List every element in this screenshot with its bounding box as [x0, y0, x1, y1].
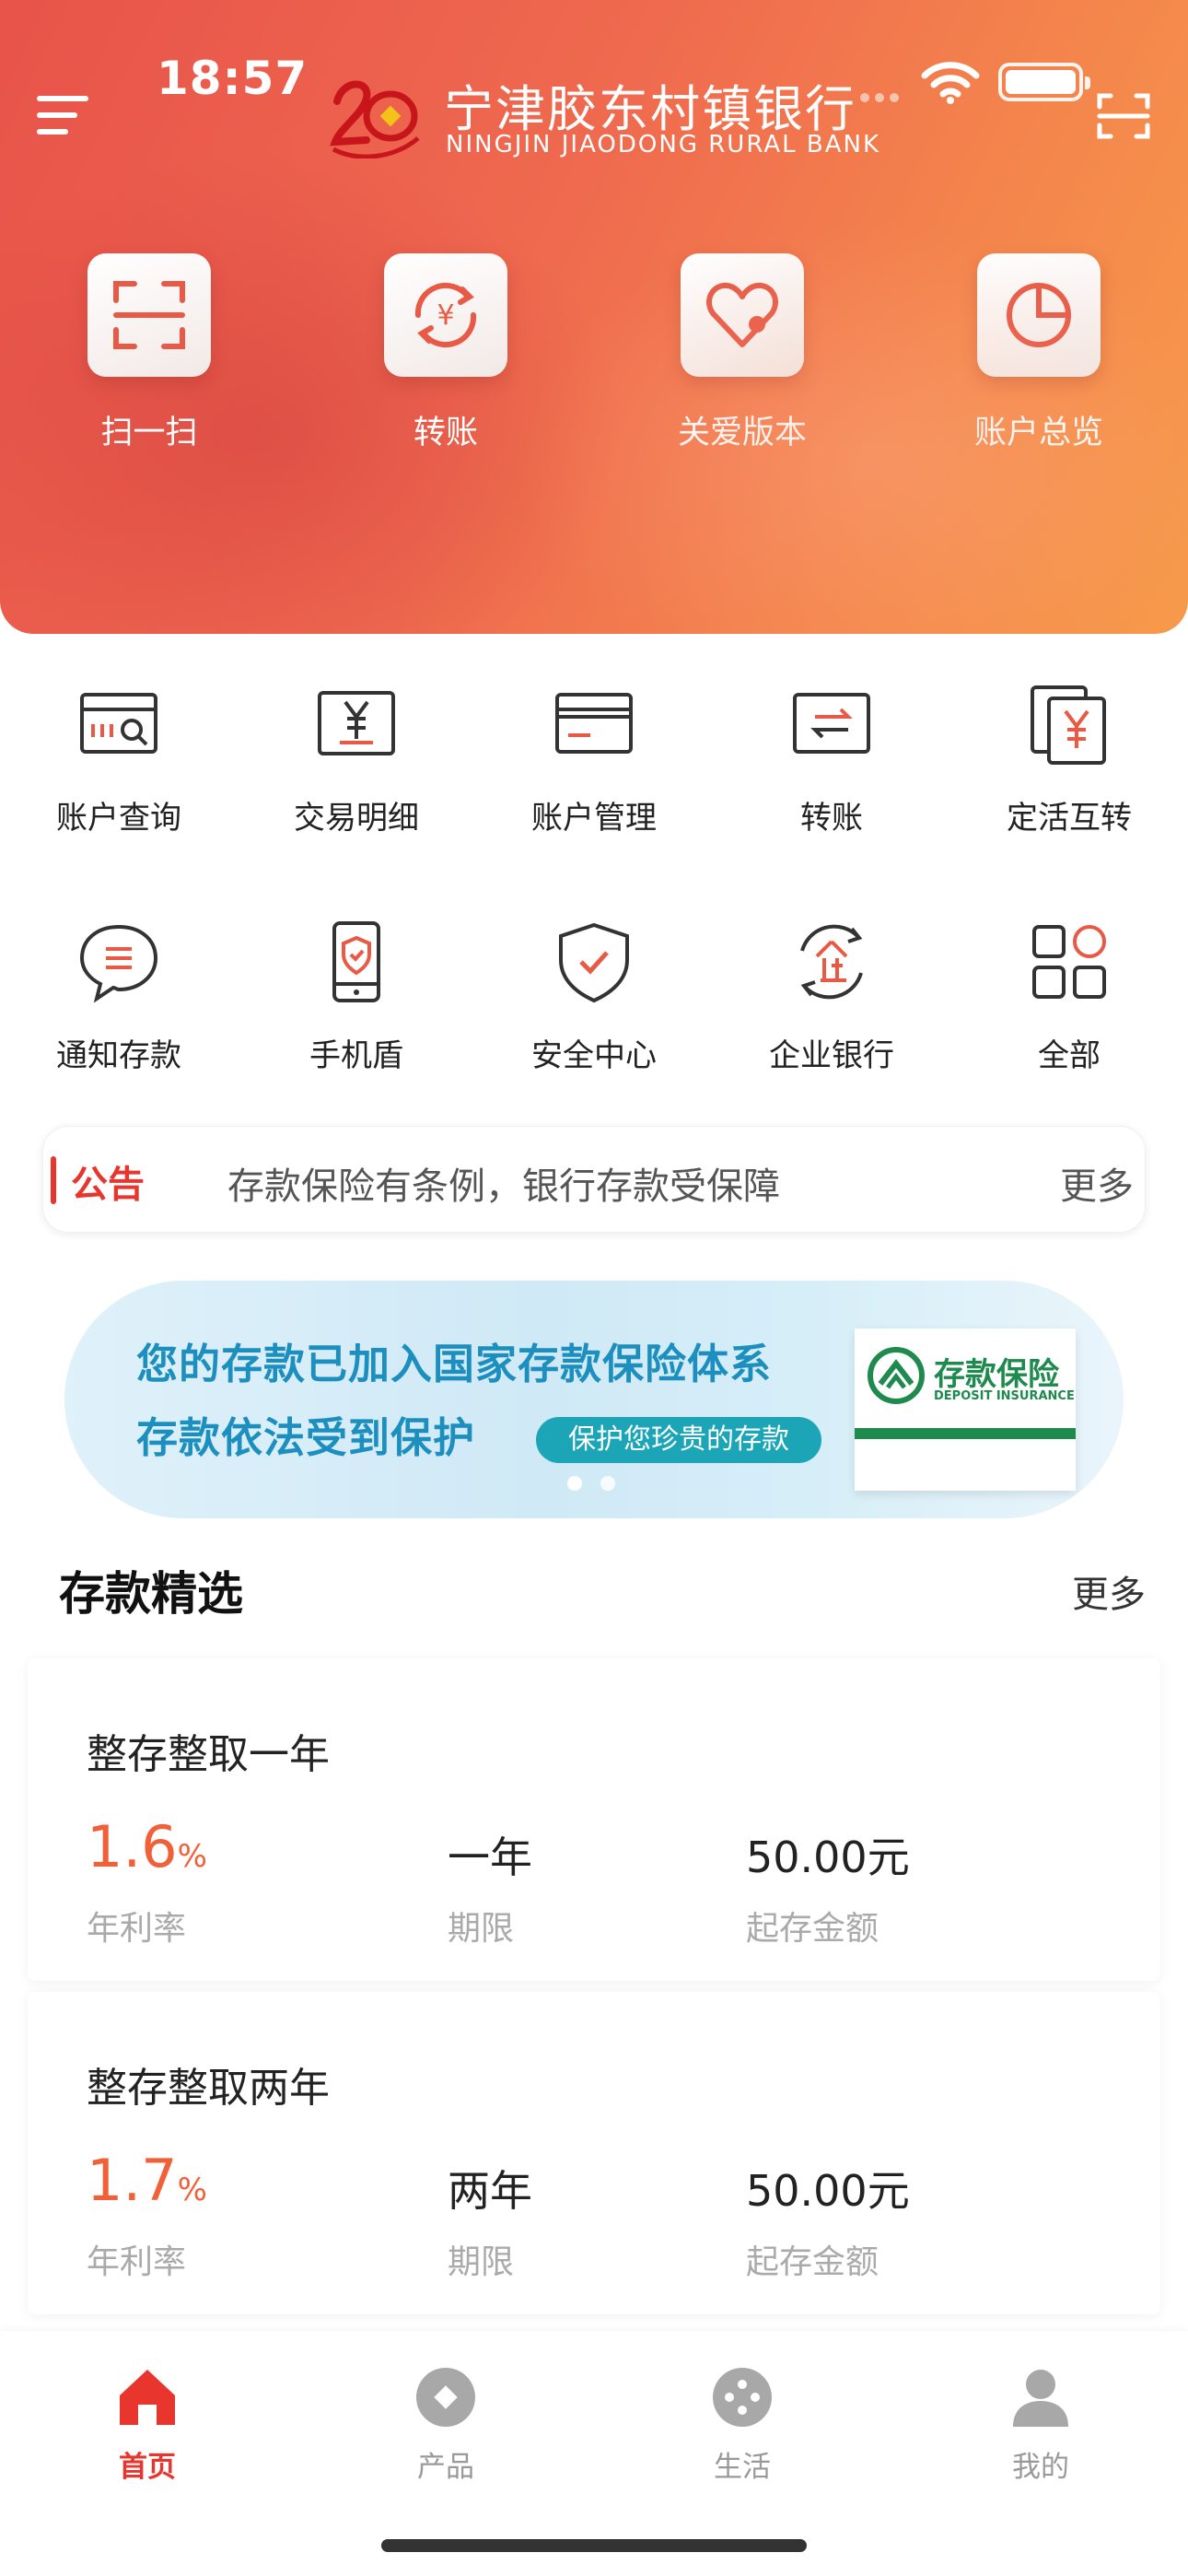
status-dots — [860, 88, 904, 106]
service-label: 转账 — [800, 800, 863, 837]
header-hero: 18:57 宁津胶东村镇银行 NINGJIN JIAODONG RURAL BA… — [0, 0, 1188, 634]
service-all[interactable]: 全部 — [950, 918, 1188, 1075]
service-notice-deposit[interactable]: 通知存款 — [0, 918, 238, 1075]
notice-deposit-icon — [79, 924, 158, 1003]
product-period: 一年 — [448, 1832, 532, 1882]
scan-top-icon[interactable] — [1096, 90, 1151, 142]
product-card[interactable]: 整存整取两年 1.7% 两年 50.00元 年利率 期限 起存金额 — [28, 1992, 1160, 2314]
tab-label: 我的 — [1012, 2451, 1069, 2484]
banner-pill: 保护您珍贵的存款 — [536, 1417, 821, 1463]
service-label: 定活互转 — [1007, 800, 1132, 837]
quick-transfer[interactable]: ¥ 转账 — [344, 253, 547, 453]
enterprise-bank-icon — [800, 924, 863, 1000]
battery-icon — [998, 63, 1090, 101]
tab-label: 产品 — [417, 2451, 474, 2484]
security-shield-icon — [559, 922, 629, 1003]
deposit-insurance-logo-icon — [868, 1347, 925, 1404]
rate-label: 年利率 — [87, 2243, 187, 2281]
service-transfer[interactable]: 转账 — [713, 680, 950, 837]
amount-label: 起存金额 — [746, 1910, 879, 1948]
notice-accent — [51, 1156, 56, 1204]
deposit-convert-icon — [1031, 685, 1106, 765]
deposit-insurance-title: 存款保险 — [934, 1356, 1059, 1393]
service-label: 账户查询 — [56, 800, 181, 837]
service-transaction-detail[interactable]: 交易明细 — [238, 680, 475, 837]
deposit-insurance-sub: DEPOSIT INSURANCE — [934, 1389, 1075, 1403]
deposit-insurance-stripe — [855, 1428, 1076, 1439]
section-more-link[interactable]: 更多 — [1072, 1564, 1146, 1618]
home-indicator — [381, 2539, 807, 2552]
quick-scan-label: 扫一扫 — [100, 415, 198, 451]
menu-icon[interactable] — [37, 92, 88, 138]
product-name: 整存整取一年 — [87, 1731, 330, 1778]
product-name: 整存整取两年 — [87, 2065, 330, 2112]
product-icon — [416, 2368, 475, 2427]
tab-profile[interactable]: 我的 — [949, 2364, 1133, 2485]
quick-transfer-label: 转账 — [413, 415, 478, 451]
transfer-yuan-icon: ¥ — [414, 282, 477, 348]
bank-name-en: NINGJIN JIAODONG RURAL BANK — [446, 131, 881, 158]
pie-chart-icon — [1007, 283, 1071, 347]
transfer-arrows-icon — [793, 693, 870, 754]
quick-care[interactable]: 关爱版本 — [641, 253, 844, 453]
notice-bar[interactable]: 公告 存款保险有条例，银行存款受保障 更多 — [42, 1126, 1146, 1233]
banner-pagination — [567, 1476, 634, 1494]
service-enterprise[interactable]: 企业银行 — [713, 918, 950, 1075]
section-title: 存款精选 — [59, 1567, 243, 1621]
banner-subline: 存款依法受到保护 — [136, 1413, 476, 1462]
tab-life[interactable]: 生活 — [650, 2364, 834, 2485]
svg-text:¥: ¥ — [437, 299, 454, 332]
quick-overview-label: 账户总览 — [973, 415, 1103, 451]
phone-shield-icon — [332, 921, 380, 1002]
service-label: 企业银行 — [769, 1037, 894, 1074]
wifi-icon — [921, 62, 980, 104]
home-icon — [120, 2370, 175, 2425]
notice-more-link[interactable]: 更多 — [1060, 1156, 1134, 1210]
product-rate: 1.7% — [87, 2147, 207, 2214]
service-label: 账户管理 — [531, 800, 657, 837]
status-time: 18:57 — [157, 52, 309, 105]
service-label: 手机盾 — [309, 1037, 403, 1074]
period-label: 期限 — [448, 1910, 515, 1948]
service-deposit-convert[interactable]: 定活互转 — [950, 680, 1188, 837]
rate-label: 年利率 — [87, 1910, 187, 1948]
service-account-query[interactable]: 账户查询 — [0, 680, 238, 837]
quick-care-label: 关爱版本 — [677, 415, 807, 451]
card-manage-icon — [555, 693, 633, 754]
scan-icon — [113, 281, 185, 349]
product-amount: 50.00元 — [746, 2166, 910, 2216]
product-period: 两年 — [448, 2166, 532, 2216]
product-amount: 50.00元 — [746, 1832, 910, 1882]
tab-home[interactable]: 首页 — [55, 2364, 239, 2485]
account-search-icon — [80, 693, 157, 754]
quick-actions: 扫一扫 ¥ 转账 关爱版本 账户总览 — [0, 253, 1188, 456]
transaction-detail-icon — [318, 691, 395, 755]
banner-headline: 您的存款已加入国家存款保险体系 — [136, 1340, 773, 1388]
product-rate: 1.6% — [87, 1813, 207, 1880]
service-label: 通知存款 — [56, 1037, 181, 1074]
profile-icon — [1013, 2370, 1068, 2427]
tab-label: 生活 — [714, 2451, 771, 2484]
notice-text[interactable]: 存款保险有条例，银行存款受保障 — [227, 1156, 780, 1210]
promo-banner[interactable]: 您的存款已加入国家存款保险体系 存款依法受到保护 保护您珍贵的存款 存款保险 D… — [64, 1281, 1124, 1518]
deposit-insurance-card: 存款保险 DEPOSIT INSURANCE — [855, 1329, 1076, 1491]
product-card[interactable]: 整存整取一年 1.6% 一年 50.00元 年利率 期限 起存金额 — [28, 1658, 1160, 1981]
tab-label: 首页 — [119, 2451, 176, 2484]
amount-label: 起存金额 — [746, 2243, 879, 2281]
tab-products[interactable]: 产品 — [354, 2364, 538, 2485]
bank-logo-icon — [330, 80, 420, 158]
service-security[interactable]: 安全中心 — [475, 918, 713, 1075]
quick-overview[interactable]: 账户总览 — [938, 253, 1140, 453]
service-label: 交易明细 — [294, 800, 419, 837]
service-phone-shield[interactable]: 手机盾 — [238, 918, 475, 1075]
all-grid-icon — [1032, 925, 1106, 999]
heart-care-icon — [706, 282, 778, 347]
life-icon — [713, 2368, 772, 2427]
notice-title: 公告 — [71, 1164, 145, 1206]
service-label: 安全中心 — [531, 1037, 657, 1074]
period-label: 期限 — [448, 2243, 515, 2281]
service-account-manage[interactable]: 账户管理 — [475, 680, 713, 837]
service-label: 全部 — [1038, 1037, 1101, 1074]
quick-scan[interactable]: 扫一扫 — [48, 253, 250, 453]
